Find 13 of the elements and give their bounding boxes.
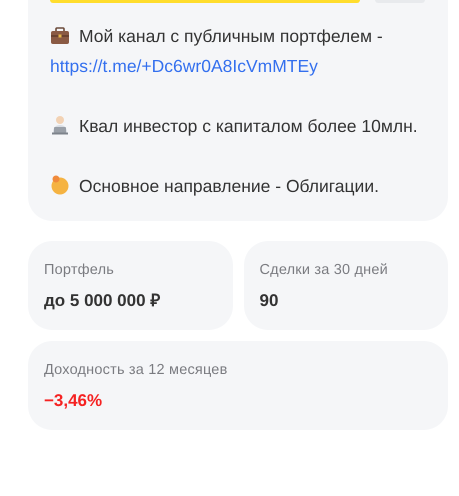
laptop-user-icon: [50, 115, 70, 135]
briefcase-icon: [50, 27, 70, 45]
channel-link[interactable]: https://t.me/+Dc6wr0A8IcVmMTEy: [50, 56, 318, 76]
stat-label: Портфель: [44, 261, 116, 279]
bio-text: Квал инвестор с капиталом более 10млн.: [79, 116, 418, 136]
bio-text: Основное направление - Облигации.: [79, 176, 379, 196]
stat-label: Сделки за 30 дней: [260, 261, 389, 279]
stat-value: 90: [260, 291, 280, 311]
stat-value: до 5 000 000 ₽: [44, 291, 162, 311]
bio-text: Мой канал с публичным портфелем -: [79, 26, 383, 46]
emoji-icon: [50, 175, 70, 195]
stat-value: −3,46%: [44, 391, 104, 411]
stat-label: Доходность за 12 месяцев: [44, 361, 228, 379]
